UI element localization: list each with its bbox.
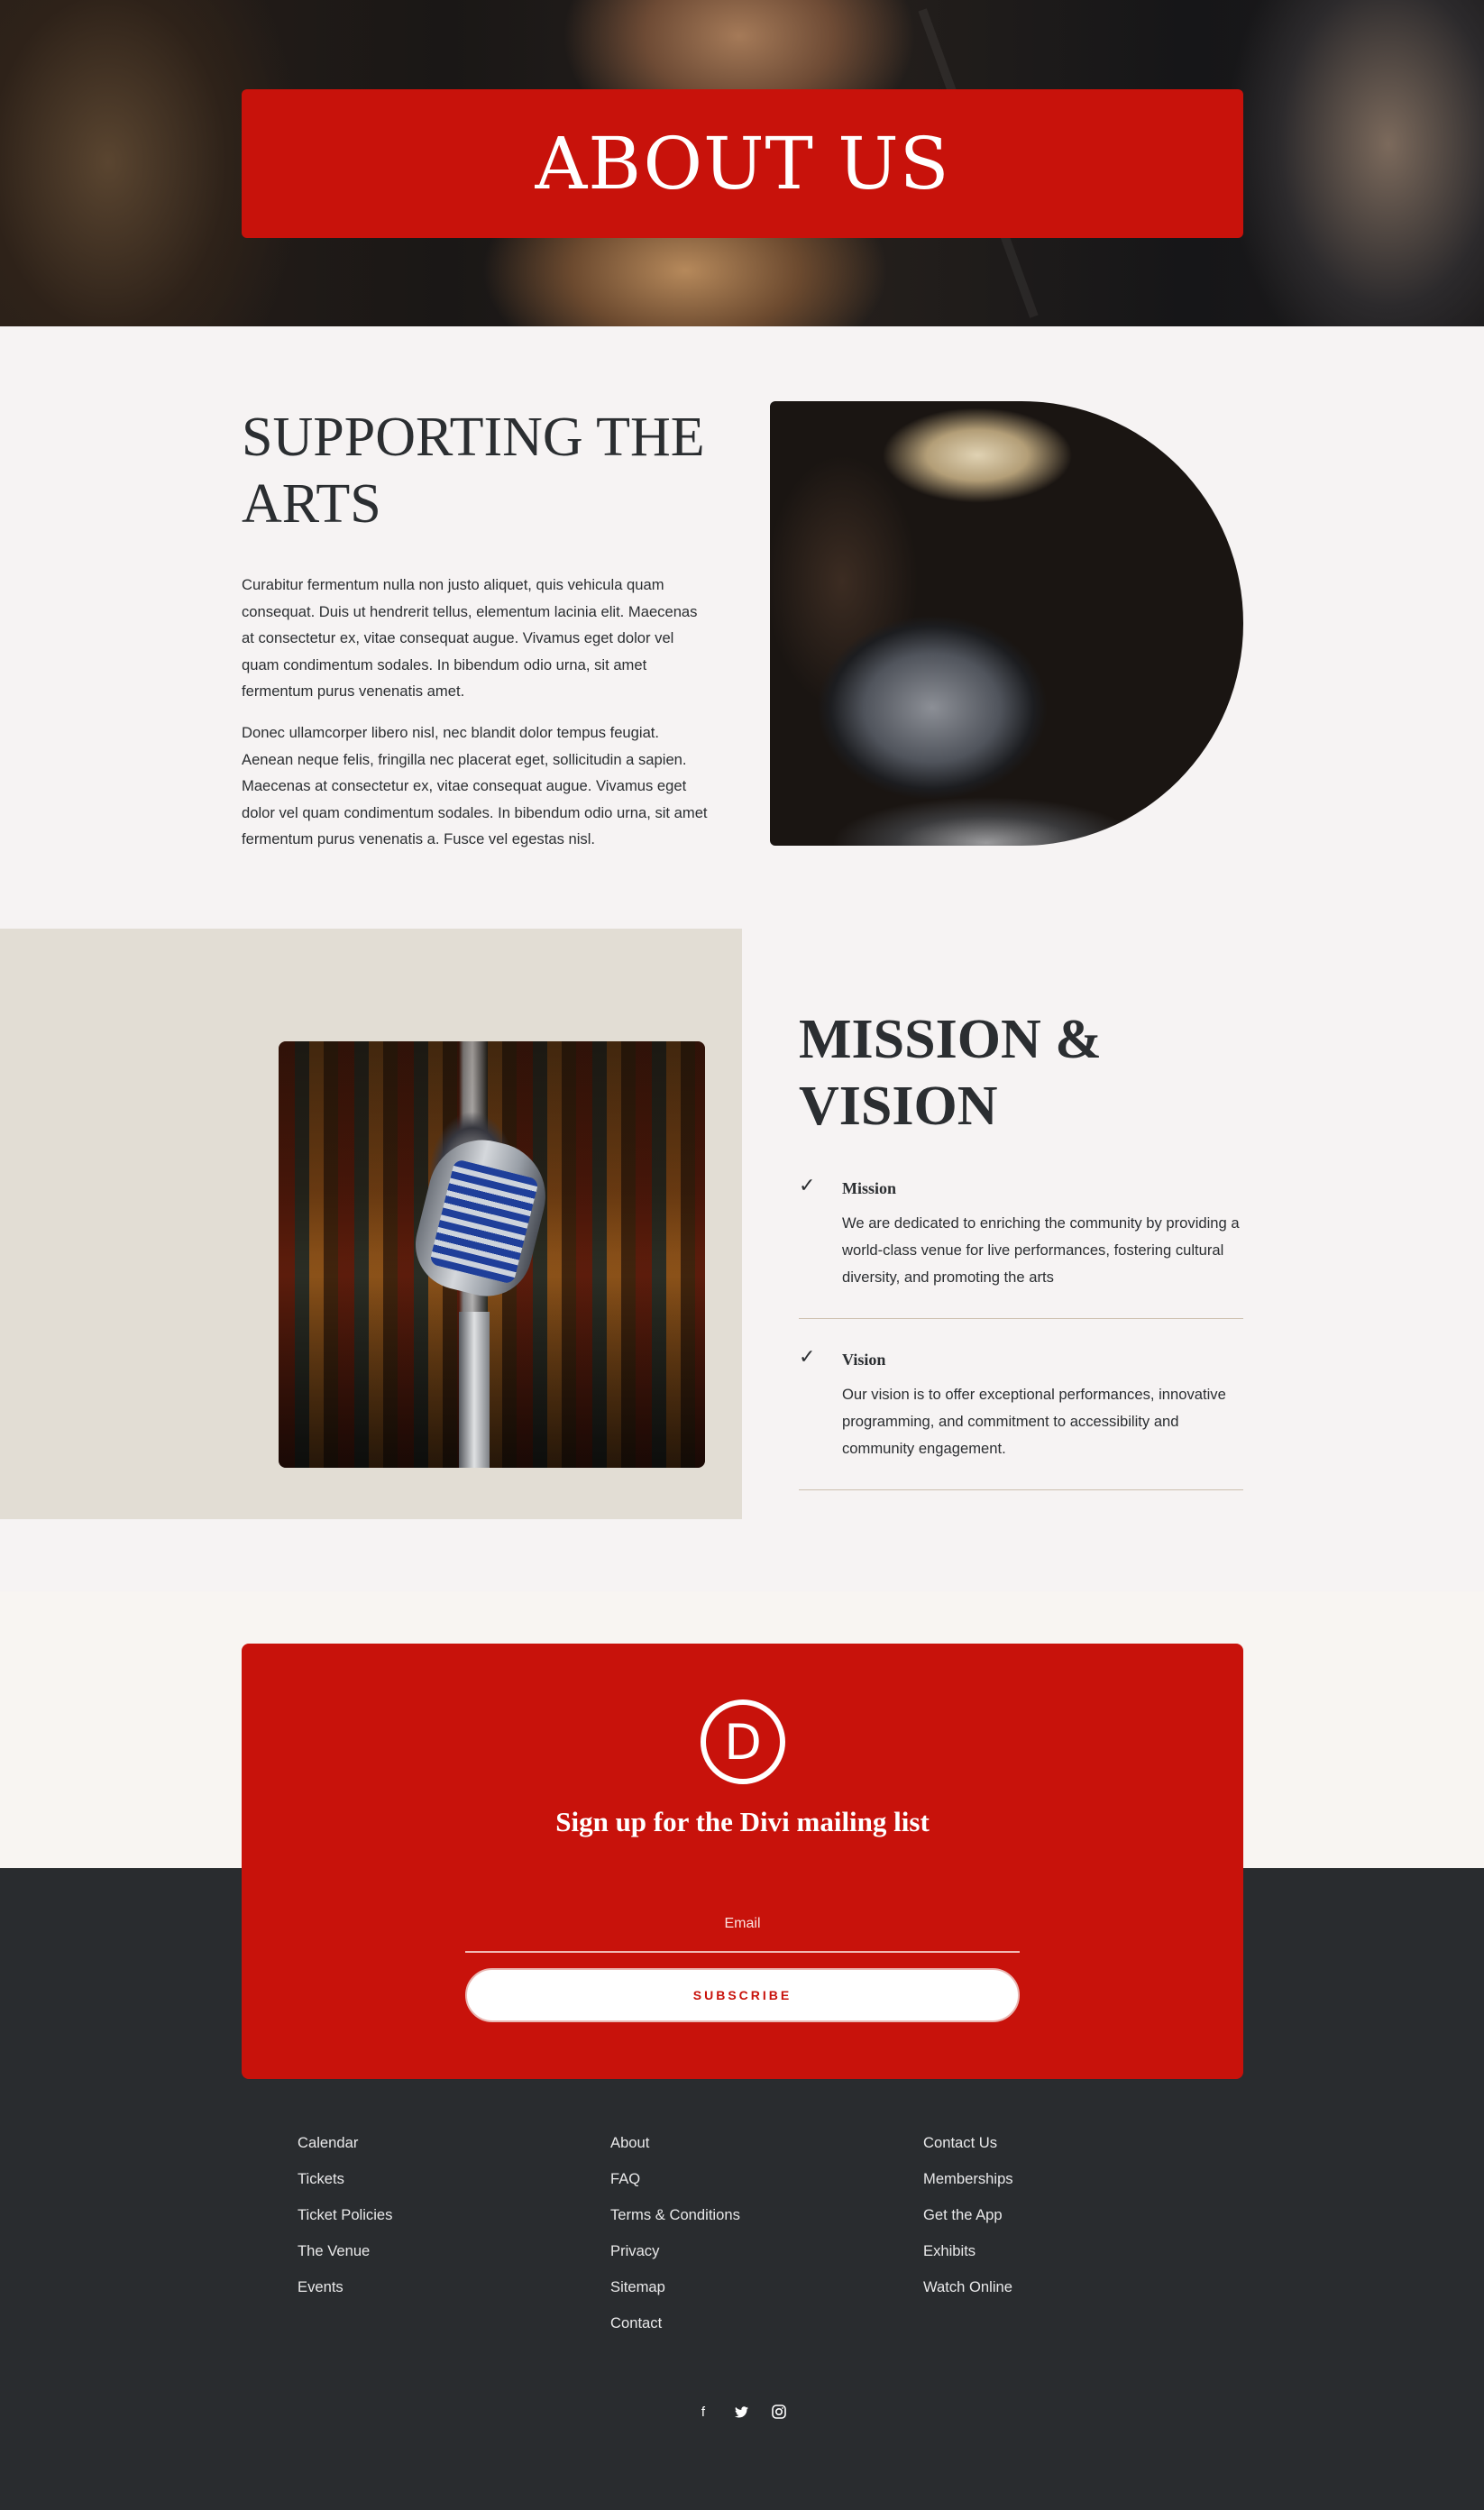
footer-link-memberships[interactable]: Memberships [923, 2170, 1013, 2188]
hero-section: ABOUT US [0, 0, 1484, 326]
vision-item-heading: Vision [842, 1351, 886, 1369]
microphone-image [279, 1041, 705, 1468]
email-input-underline [465, 1951, 1020, 1953]
footer-link-ticket-policies[interactable]: Ticket Policies [298, 2206, 392, 2224]
divi-logo-icon: D [701, 1699, 785, 1784]
twitter-icon[interactable] [732, 2403, 750, 2421]
divider [799, 1318, 1243, 1319]
checkmark-icon: ✓ [799, 1174, 816, 1196]
newsletter-card: D Sign up for the Divi mailing list Emai… [242, 1644, 1243, 2079]
email-input[interactable]: Email [465, 1916, 1020, 1932]
footer-link-tickets[interactable]: Tickets [298, 2170, 392, 2188]
supporting-heading-line1: SUPPORTING THE [242, 407, 705, 468]
footer-link-contact-us[interactable]: Contact Us [923, 2134, 1013, 2152]
footer-link-faq[interactable]: FAQ [610, 2170, 740, 2188]
footer-link-terms[interactable]: Terms & Conditions [610, 2206, 740, 2224]
subscribe-button[interactable]: SUBSCRIBE [465, 1968, 1020, 2022]
footer-link-calendar[interactable]: Calendar [298, 2134, 392, 2152]
footer-link-watch-online[interactable]: Watch Online [923, 2278, 1013, 2296]
footer-link-get-the-app[interactable]: Get the App [923, 2206, 1013, 2224]
mission-item-heading: Mission [842, 1179, 897, 1197]
footer-column-1: Calendar Tickets Ticket Policies The Ven… [298, 2134, 392, 2314]
footer-link-about[interactable]: About [610, 2134, 740, 2152]
newsletter-title: Sign up for the Divi mailing list [555, 1806, 930, 1837]
footer-link-sitemap[interactable]: Sitemap [610, 2278, 740, 2296]
supporting-paragraph-1: Curabitur fermentum nulla non justo aliq… [242, 576, 698, 700]
footer-column-3: Contact Us Memberships Get the App Exhib… [923, 2134, 1013, 2314]
footer-link-contact[interactable]: Contact [610, 2314, 740, 2332]
supporting-heading: SUPPORTING THE ARTS [242, 404, 747, 537]
drum-kit-image [770, 401, 1243, 846]
footer-link-privacy[interactable]: Privacy [610, 2242, 740, 2260]
social-links: f [694, 2403, 788, 2421]
supporting-heading-line2: ARTS [242, 473, 381, 535]
mission-heading: MISSION & VISION [799, 1006, 1250, 1140]
mission-heading-line1: MISSION & [799, 1009, 1102, 1070]
mission-item: ✓ Mission We are dedicated to enriching … [799, 1176, 1243, 1302]
checkmark-icon: ✓ [799, 1345, 816, 1368]
footer-link-the-venue[interactable]: The Venue [298, 2242, 392, 2260]
facebook-icon[interactable]: f [694, 2403, 712, 2421]
footer-link-events[interactable]: Events [298, 2278, 392, 2296]
vision-item: ✓ Vision Our vision is to offer exceptio… [799, 1347, 1243, 1473]
supporting-paragraph-2: Donec ullamcorper libero nisl, nec bland… [242, 724, 708, 847]
footer-link-exhibits[interactable]: Exhibits [923, 2242, 1013, 2260]
footer-column-2: About FAQ Terms & Conditions Privacy Sit… [610, 2134, 740, 2350]
mission-heading-line2: VISION [799, 1076, 998, 1137]
divider [799, 1489, 1243, 1490]
page-title: ABOUT US [535, 122, 950, 206]
mission-item-body: We are dedicated to enriching the commun… [842, 1214, 1240, 1286]
hero-banner: ABOUT US [242, 89, 1243, 238]
instagram-icon[interactable] [770, 2403, 788, 2421]
vision-item-body: Our vision is to offer exceptional perfo… [842, 1386, 1226, 1457]
mic-stand [459, 1312, 490, 1468]
